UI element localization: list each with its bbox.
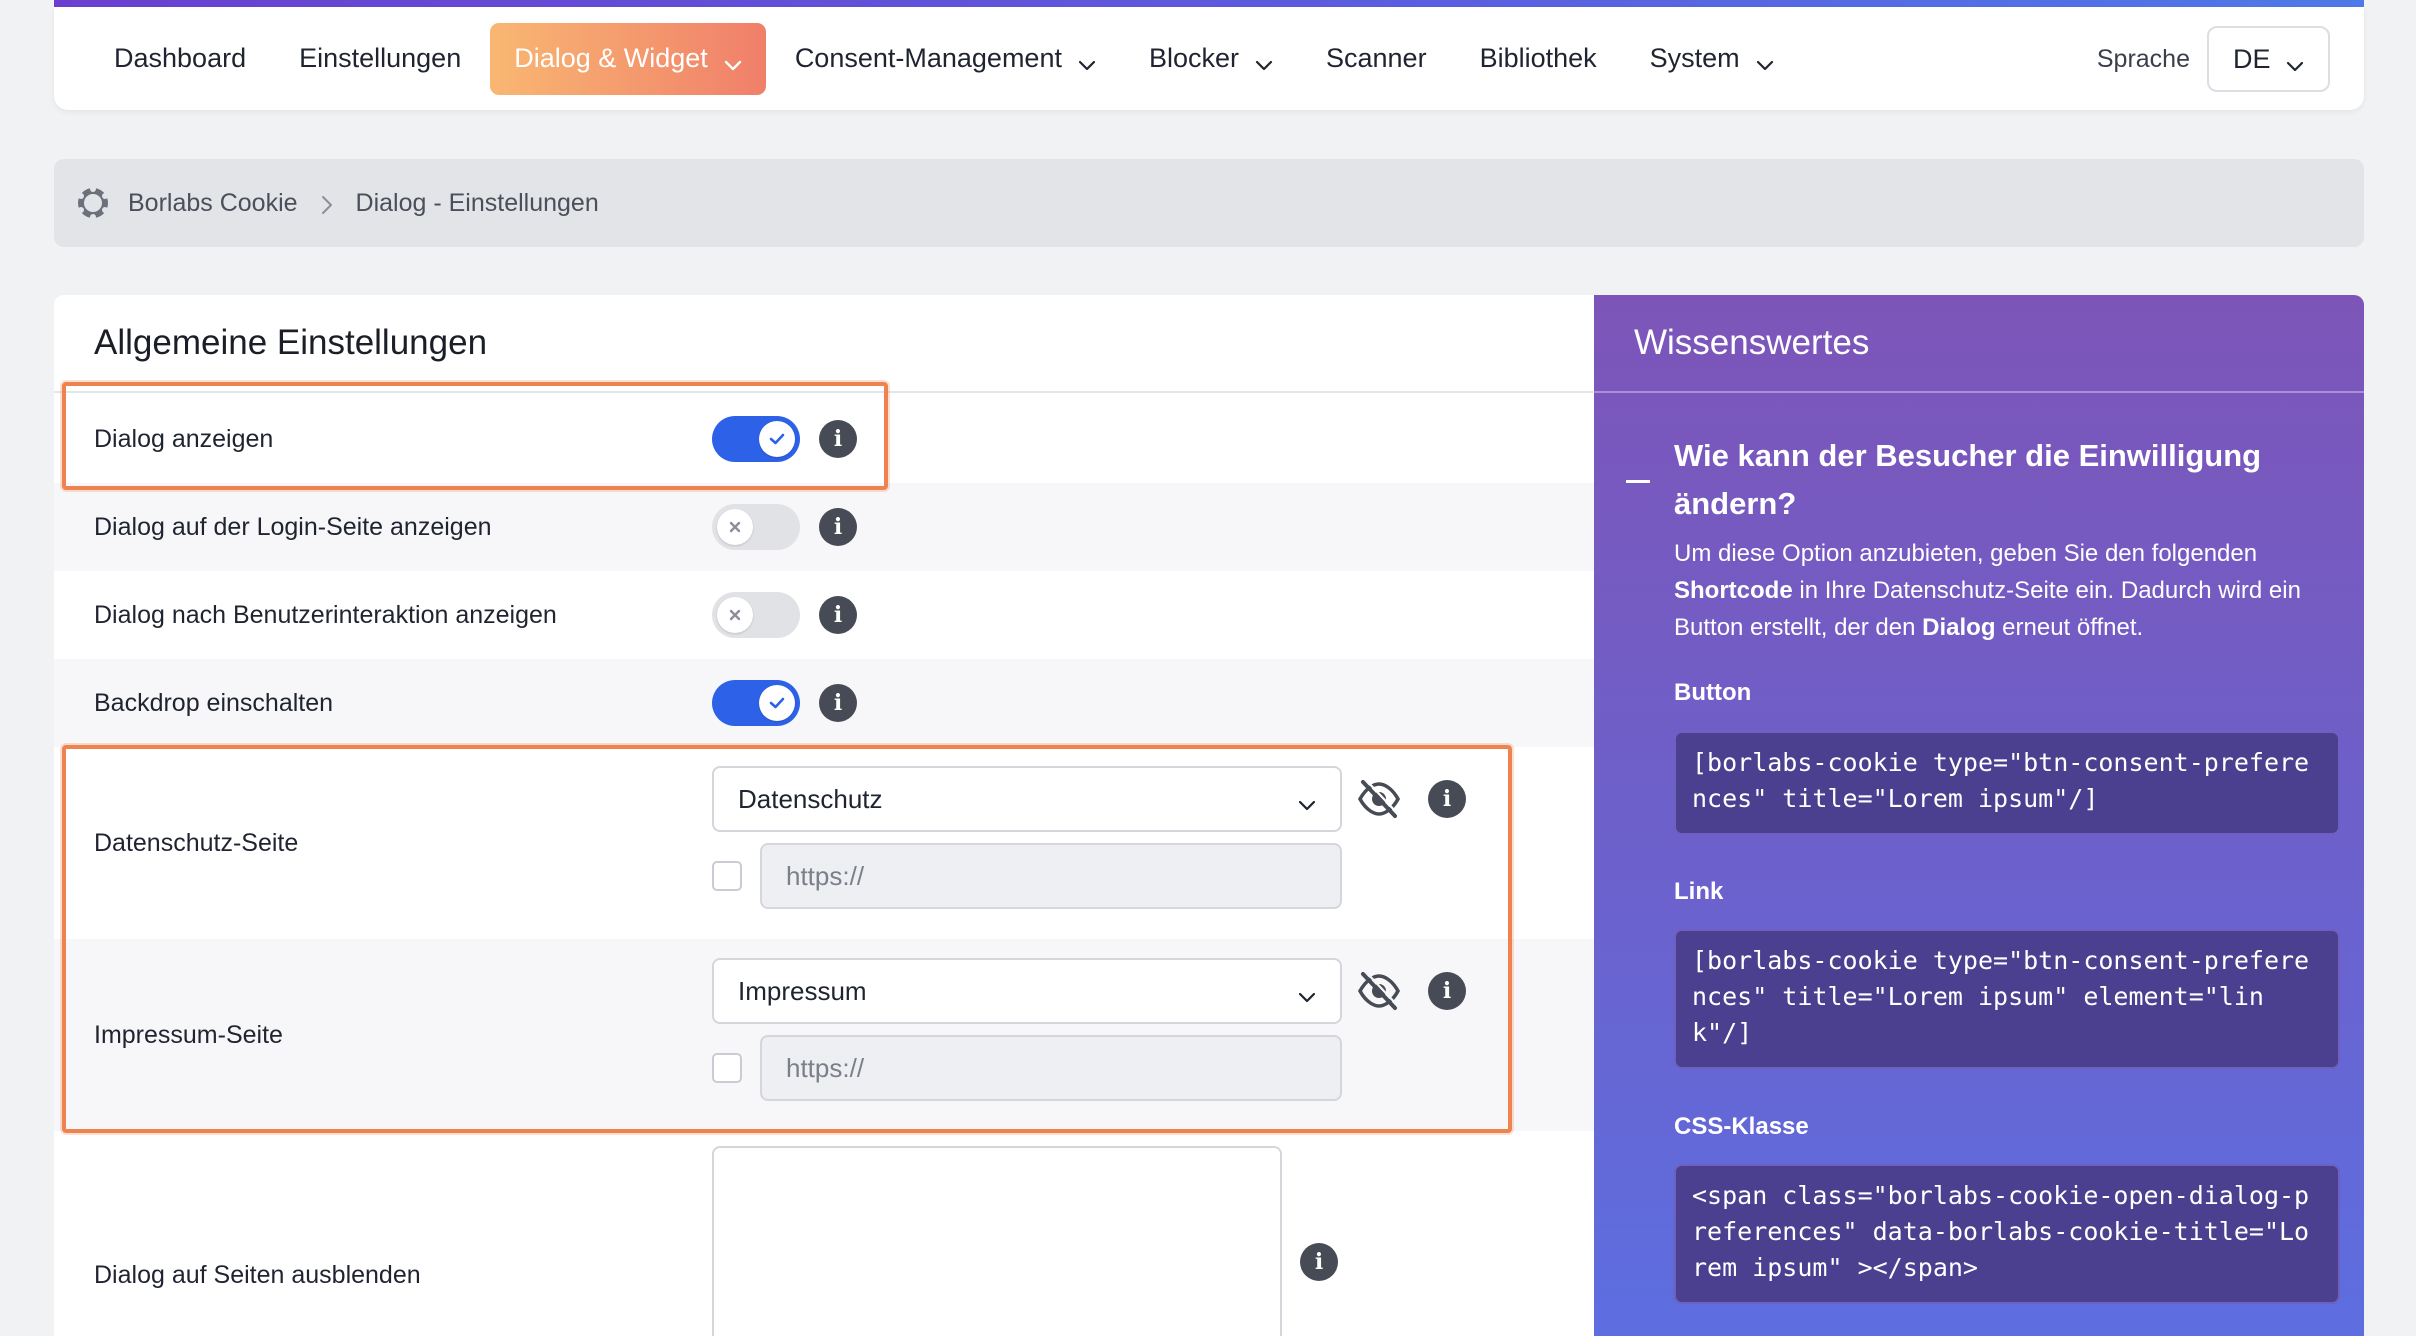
info-icon[interactable]: i bbox=[819, 684, 857, 722]
nav-blocker[interactable]: Blocker bbox=[1125, 23, 1297, 95]
privacy-page-selected: Datenschutz bbox=[738, 783, 883, 814]
breadcrumb-root[interactable]: Borlabs Cookie bbox=[128, 189, 298, 218]
info-sidebar: Wissenswertes Wie kann der Besucher die … bbox=[1594, 295, 2364, 1336]
nav-scanner[interactable]: Scanner bbox=[1302, 23, 1451, 95]
x-icon bbox=[717, 509, 753, 545]
nav-dialog-widget[interactable]: Dialog & Widget bbox=[490, 22, 766, 95]
check-icon bbox=[759, 421, 795, 457]
privacy-custom-url-checkbox[interactable] bbox=[712, 861, 742, 891]
toggle-backdrop[interactable] bbox=[712, 680, 800, 726]
chevron-down-icon bbox=[2286, 51, 2304, 72]
info-icon[interactable]: i bbox=[819, 508, 857, 546]
toggle-user-interaction[interactable] bbox=[712, 592, 800, 638]
imprint-url-placeholder: https:// bbox=[786, 1052, 865, 1083]
toggle-dialog-show[interactable] bbox=[712, 416, 800, 462]
check-icon bbox=[759, 685, 795, 721]
nav-dashboard-label: Dashboard bbox=[114, 43, 247, 73]
settings-row-login-page: Dialog auf der Login-Seite anzeigen i bbox=[54, 483, 1594, 571]
chevron-down-icon bbox=[1756, 50, 1774, 70]
nav-dashboard[interactable]: Dashboard bbox=[90, 23, 270, 95]
chevron-right-icon bbox=[320, 193, 334, 214]
nav-system[interactable]: System bbox=[1626, 23, 1798, 95]
nav-blocker-label: Blocker bbox=[1148, 43, 1239, 73]
row-label: Dialog anzeigen bbox=[94, 424, 274, 453]
nav-consent-management[interactable]: Consent-Management bbox=[771, 23, 1120, 95]
row-label: Dialog nach Benutzerinteraktion anzeigen bbox=[94, 600, 557, 629]
faq-answer-part3: erneut öffnet. bbox=[1995, 614, 2144, 641]
breadcrumb-current: Dialog - Einstellungen bbox=[355, 188, 599, 217]
row-label: Dialog auf der Login-Seite anzeigen bbox=[94, 512, 492, 541]
button-shortcode[interactable]: [borlabs-cookie type="btn-consent-prefer… bbox=[1674, 731, 2340, 835]
language-switcher: Sprache DE bbox=[2097, 26, 2330, 92]
row-label: Dialog auf Seiten ausblenden bbox=[94, 1261, 421, 1289]
imprint-url-input[interactable]: https:// bbox=[760, 1035, 1342, 1101]
nav-einstellungen[interactable]: Einstellungen bbox=[275, 23, 485, 95]
settings-row-hide-on-pages: Dialog auf Seiten ausblenden i bbox=[54, 1131, 1594, 1336]
nav-consent-management-label: Consent-Management bbox=[794, 43, 1062, 73]
settings-row-privacy-page: Datenschutz-Seite Datenschutz i https:// bbox=[54, 747, 1594, 939]
language-label: Sprache bbox=[2096, 44, 2190, 73]
card-title: Allgemeine Einstellungen bbox=[54, 295, 1594, 393]
privacy-page-select[interactable]: Datenschutz bbox=[712, 766, 1342, 832]
nav-scanner-label: Scanner bbox=[1326, 43, 1427, 73]
settings-row-imprint-page: Impressum-Seite Impressum i https:// bbox=[54, 939, 1594, 1131]
imprint-custom-url-checkbox[interactable] bbox=[712, 1053, 742, 1083]
faq-answer: Um diese Option anzubieten, geben Sie de… bbox=[1674, 535, 2324, 646]
settings-row-user-interaction: Dialog nach Benutzerinteraktion anzeigen… bbox=[54, 571, 1594, 659]
settings-row-dialog-show: Dialog anzeigen i bbox=[54, 395, 1594, 483]
chevron-down-icon bbox=[724, 50, 742, 70]
settings-row-backdrop: Backdrop einschalten i bbox=[54, 659, 1594, 747]
cookie-logo-icon bbox=[76, 186, 110, 220]
eye-slash-icon[interactable] bbox=[1356, 968, 1402, 1014]
row-label: Datenschutz-Seite bbox=[94, 828, 299, 857]
link-shortcode[interactable]: [borlabs-cookie type="btn-consent-prefer… bbox=[1674, 929, 2340, 1069]
css-class-label: CSS-Klasse bbox=[1674, 1113, 1809, 1140]
hide-on-pages-textarea[interactable] bbox=[712, 1146, 1282, 1336]
imprint-page-select[interactable]: Impressum bbox=[712, 958, 1342, 1024]
info-icon[interactable]: i bbox=[1300, 1243, 1338, 1281]
imprint-page-selected: Impressum bbox=[738, 975, 867, 1006]
chevron-down-icon bbox=[1255, 50, 1273, 70]
link-code-label: Link bbox=[1674, 878, 1724, 905]
x-icon bbox=[717, 597, 753, 633]
nav-bibliothek[interactable]: Bibliothek bbox=[1456, 23, 1621, 95]
privacy-url-placeholder: https:// bbox=[786, 860, 865, 891]
info-icon[interactable]: i bbox=[1428, 972, 1466, 1010]
sidebar-title: Wissenswertes bbox=[1594, 295, 2364, 393]
faq-question[interactable]: Wie kann der Besucher die Einwilligung ä… bbox=[1674, 432, 2314, 528]
breadcrumb: Borlabs Cookie Dialog - Einstellungen bbox=[54, 159, 2364, 247]
nav-dialog-widget-label: Dialog & Widget bbox=[514, 43, 708, 73]
chevron-down-icon bbox=[1078, 50, 1096, 70]
nav-system-label: System bbox=[1649, 43, 1740, 73]
button-code-label: Button bbox=[1674, 679, 1752, 706]
row-label: Impressum-Seite bbox=[94, 1020, 283, 1049]
row-label: Backdrop einschalten bbox=[94, 688, 334, 717]
top-accent-bar bbox=[54, 0, 2364, 7]
chevron-down-icon bbox=[1298, 982, 1316, 1003]
chevron-down-icon bbox=[1298, 790, 1316, 811]
collapse-icon[interactable] bbox=[1626, 480, 1650, 483]
info-icon[interactable]: i bbox=[819, 596, 857, 634]
language-value: DE bbox=[2233, 43, 2271, 74]
info-icon[interactable]: i bbox=[819, 420, 857, 458]
faq-answer-bold-shortcode: Shortcode bbox=[1674, 577, 1793, 604]
faq-answer-part1: Um diese Option anzubieten, geben Sie de… bbox=[1674, 540, 2258, 567]
language-select[interactable]: DE bbox=[2207, 26, 2330, 92]
nav-bibliothek-label: Bibliothek bbox=[1479, 43, 1597, 73]
privacy-url-input[interactable]: https:// bbox=[760, 843, 1342, 909]
general-settings-card: Allgemeine Einstellungen Dialog anzeigen… bbox=[54, 295, 1594, 1336]
nav-einstellungen-label: Einstellungen bbox=[299, 43, 462, 73]
main-navigation: Dashboard Einstellungen Dialog & Widget … bbox=[54, 7, 2364, 110]
info-icon[interactable]: i bbox=[1428, 780, 1466, 818]
eye-slash-icon[interactable] bbox=[1356, 776, 1402, 822]
faq-answer-bold-dialog: Dialog bbox=[1922, 614, 1996, 641]
toggle-login-page[interactable] bbox=[712, 504, 800, 550]
css-class-code[interactable]: <span class="borlabs-cookie-open-dialog-… bbox=[1674, 1164, 2340, 1304]
